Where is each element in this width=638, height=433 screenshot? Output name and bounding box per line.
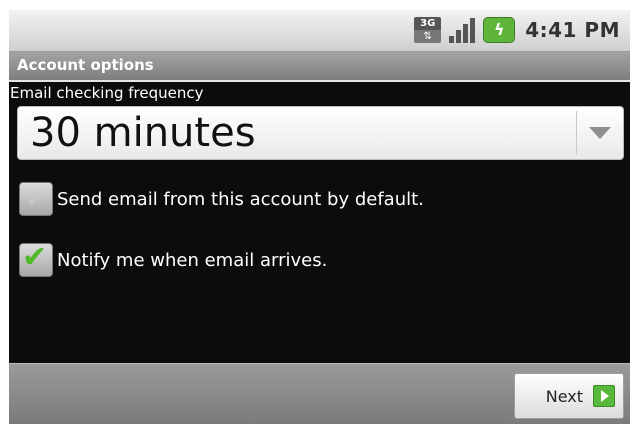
signal-icon <box>449 17 476 43</box>
unchecked-icon: ✓ <box>24 181 48 214</box>
status-clock: 4:41 PM <box>525 18 620 42</box>
status-bar: 3G ⇅ ϟ 4:41 PM <box>9 10 630 52</box>
notify-label: Notify me when email arrives. <box>57 249 328 271</box>
notify-checkbox[interactable]: ✔ <box>19 240 53 277</box>
charging-bolt-icon: ϟ <box>493 20 505 39</box>
chevron-down-icon[interactable] <box>589 127 611 139</box>
3g-label: 3G <box>414 17 442 30</box>
frequency-spinner[interactable]: 30 minutes <box>17 106 624 160</box>
next-arrow-icon <box>593 385 615 407</box>
notify-option[interactable]: ✔ Notify me when email arrives. <box>19 240 328 278</box>
frequency-value: 30 minutes <box>30 110 256 156</box>
next-button-label: Next <box>545 386 583 406</box>
next-button[interactable]: Next <box>514 373 624 419</box>
default-account-label: Send email from this account by default. <box>57 188 424 210</box>
title-bar: Account options <box>9 52 630 82</box>
spinner-divider <box>576 111 577 155</box>
frequency-label: Email checking frequency <box>10 84 204 102</box>
default-account-option[interactable]: ✓ Send email from this account by defaul… <box>19 181 424 217</box>
screen: 3G ⇅ ϟ 4:41 PM Account options Email che… <box>9 10 630 424</box>
device-frame: 3G ⇅ ϟ 4:41 PM Account options Email che… <box>0 0 638 433</box>
data-arrows-icon: ⇅ <box>414 30 442 43</box>
3g-data-icon: 3G ⇅ <box>414 17 442 43</box>
default-account-checkbox[interactable]: ✓ <box>19 181 53 216</box>
page-title: Account options <box>17 56 154 74</box>
battery-charging-icon: ϟ <box>483 17 516 43</box>
bottom-bar: Next <box>9 363 630 424</box>
checkmark-icon: ✔ <box>22 240 48 275</box>
status-icons: 3G ⇅ ϟ 4:41 PM <box>414 17 620 43</box>
